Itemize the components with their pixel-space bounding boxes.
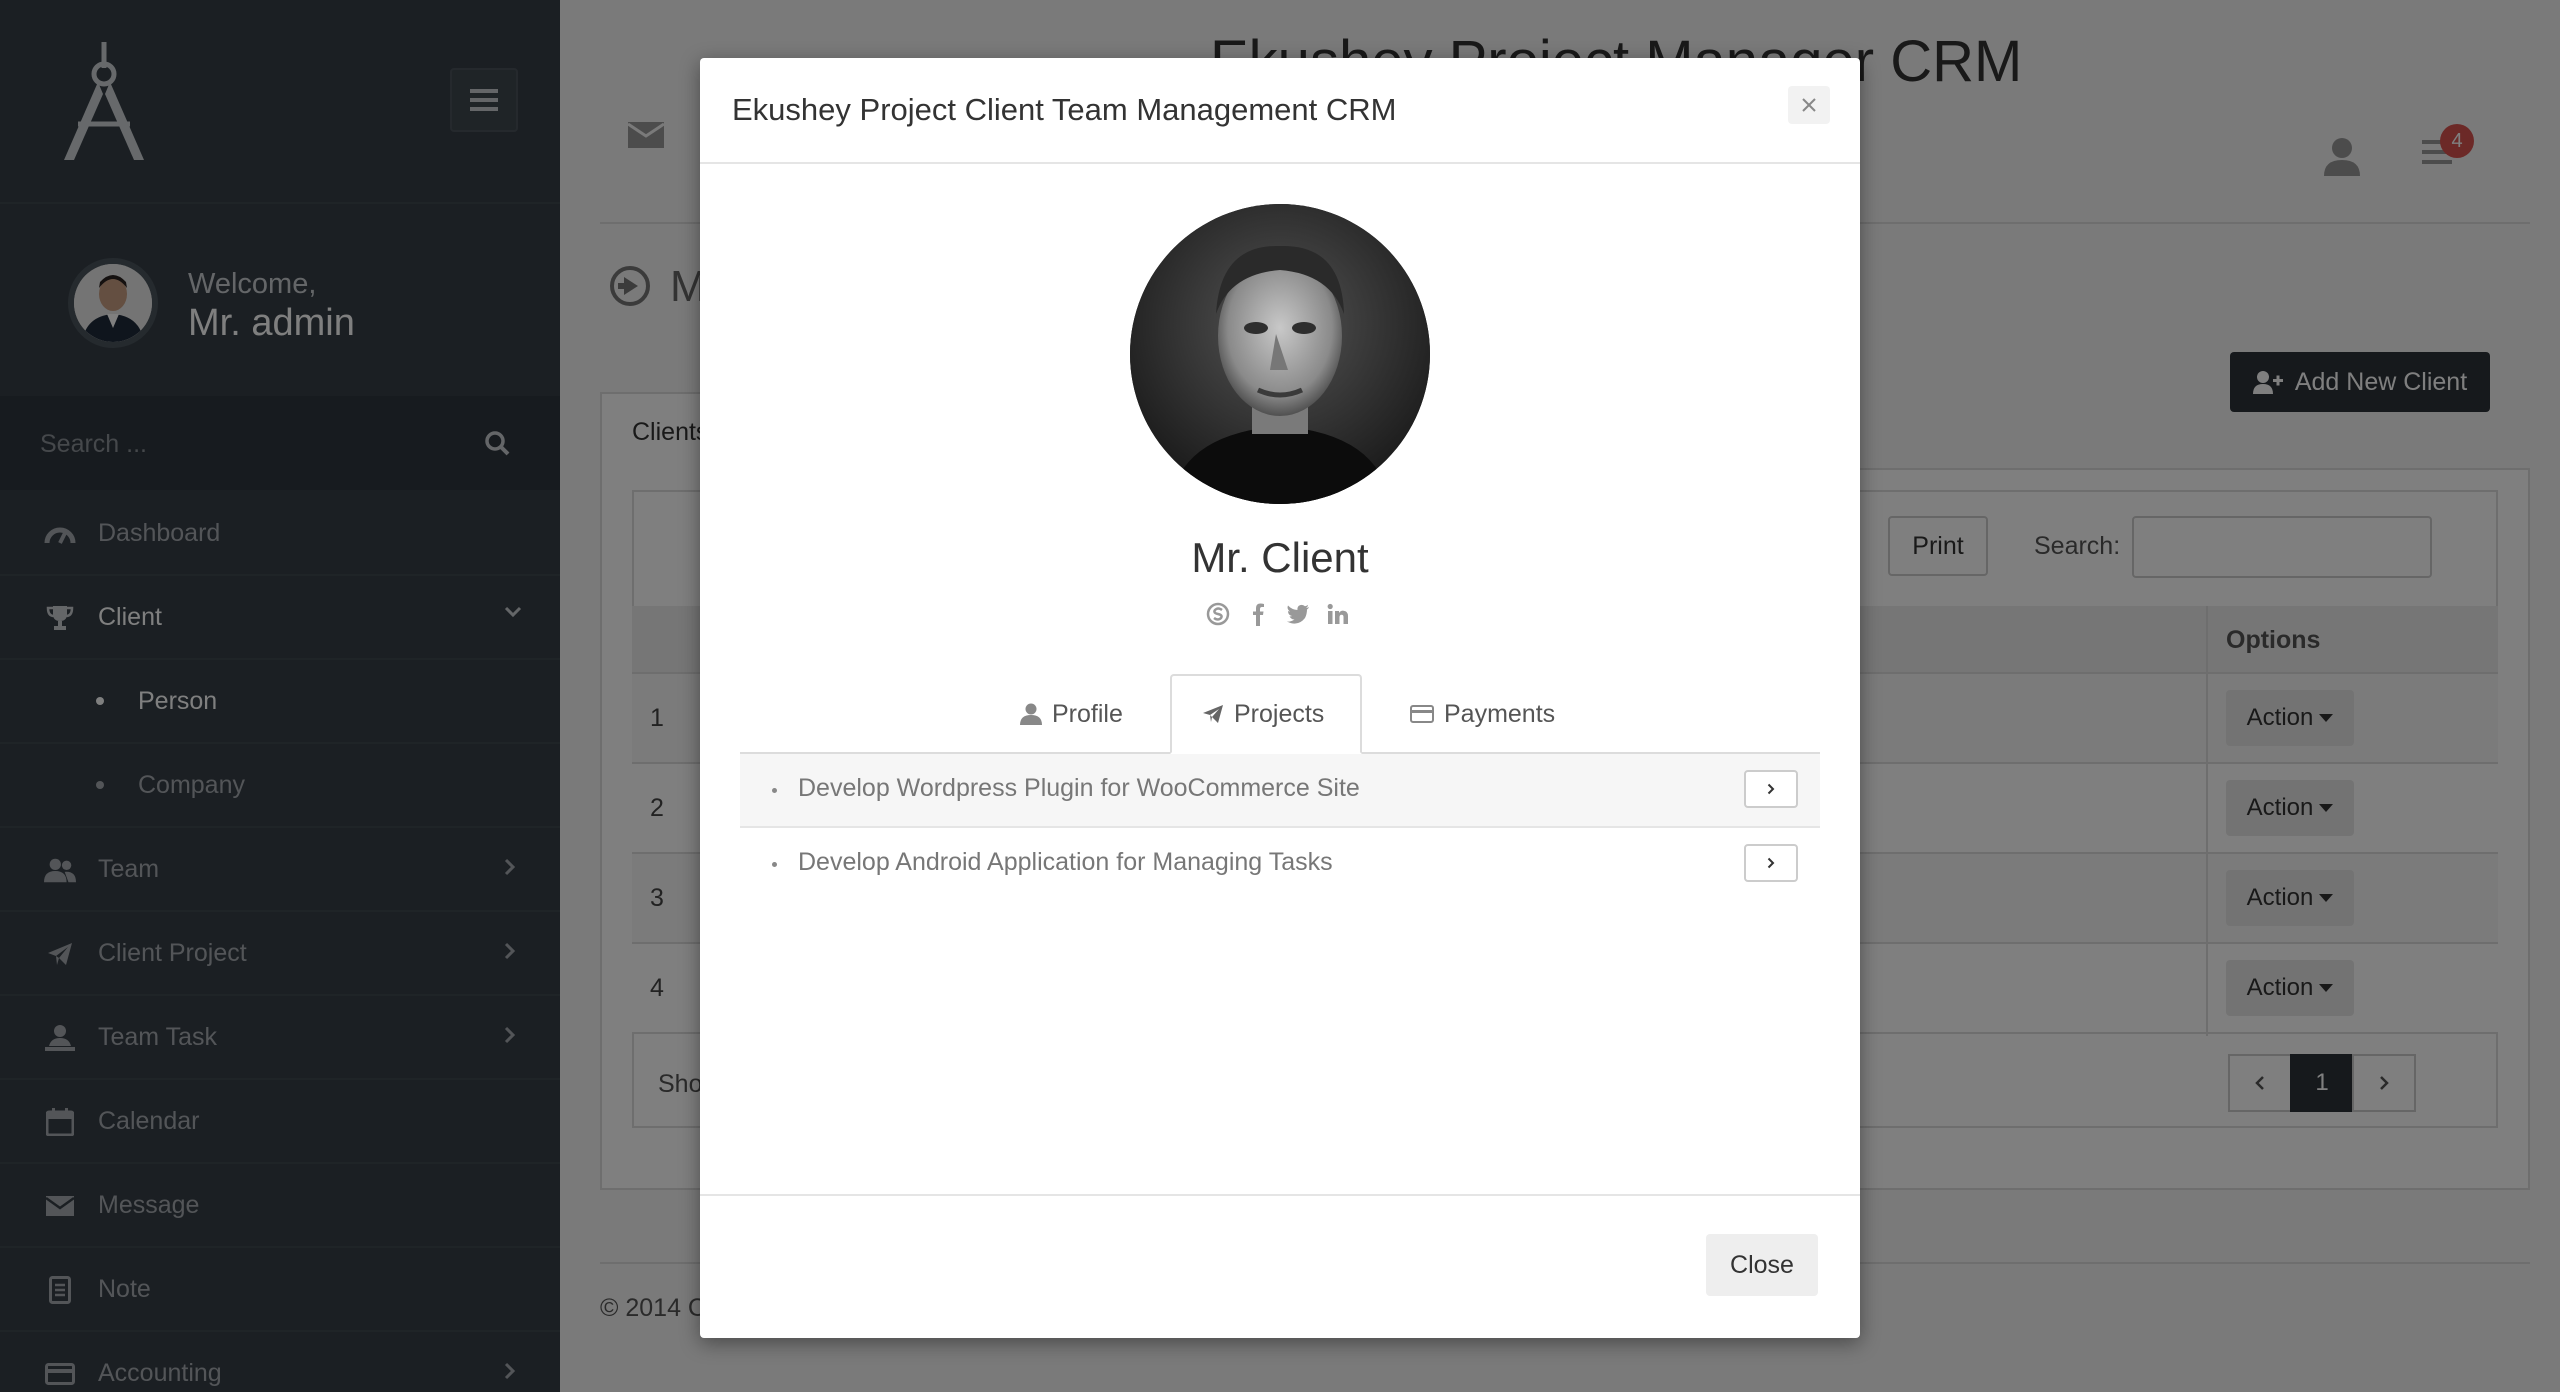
list-item: Develop Android Application for Managing… (740, 828, 1820, 902)
close-icon (1801, 97, 1817, 113)
paper-plane-icon (1202, 704, 1224, 724)
tab-payments[interactable]: Payments (1410, 674, 1555, 754)
project-label: Develop Wordpress Plugin for WooCommerce… (798, 774, 1360, 802)
client-photo (1130, 204, 1430, 504)
linkedin-icon[interactable] (1326, 602, 1350, 626)
list-item: Develop Wordpress Plugin for WooCommerce… (740, 754, 1820, 828)
modal-title: Ekushey Project Client Team Management C… (732, 92, 1397, 127)
client-name: Mr. Client (1191, 534, 1369, 581)
modal-tabs: Profile Projects Payments (740, 674, 1820, 754)
bullet-icon (772, 862, 777, 867)
credit-card-icon (1410, 705, 1434, 723)
twitter-icon[interactable] (1286, 602, 1310, 626)
chevron-right-icon (1767, 783, 1775, 795)
modal-footer-divider (700, 1194, 1860, 1196)
close-button[interactable]: Close (1706, 1234, 1818, 1296)
facebook-icon[interactable] (1246, 602, 1270, 626)
project-label: Develop Android Application for Managing… (798, 848, 1333, 876)
social-links (1206, 602, 1350, 626)
client-modal: Ekushey Project Client Team Management C… (700, 58, 1860, 1338)
user-icon (1020, 703, 1042, 725)
modal-header: Ekushey Project Client Team Management C… (700, 58, 1860, 164)
project-open-button[interactable] (1744, 770, 1798, 808)
tab-payments-label: Payments (1444, 699, 1556, 728)
chevron-right-icon (1767, 857, 1775, 869)
skype-icon[interactable] (1206, 602, 1230, 626)
tab-profile[interactable]: Profile (1020, 674, 1123, 754)
project-open-button[interactable] (1744, 844, 1798, 882)
tab-projects-label: Projects (1234, 699, 1325, 728)
bullet-icon (772, 788, 777, 793)
tab-projects[interactable]: Projects (1170, 674, 1362, 754)
tab-profile-label: Profile (1052, 699, 1123, 728)
modal-close-x-button[interactable] (1788, 86, 1830, 124)
